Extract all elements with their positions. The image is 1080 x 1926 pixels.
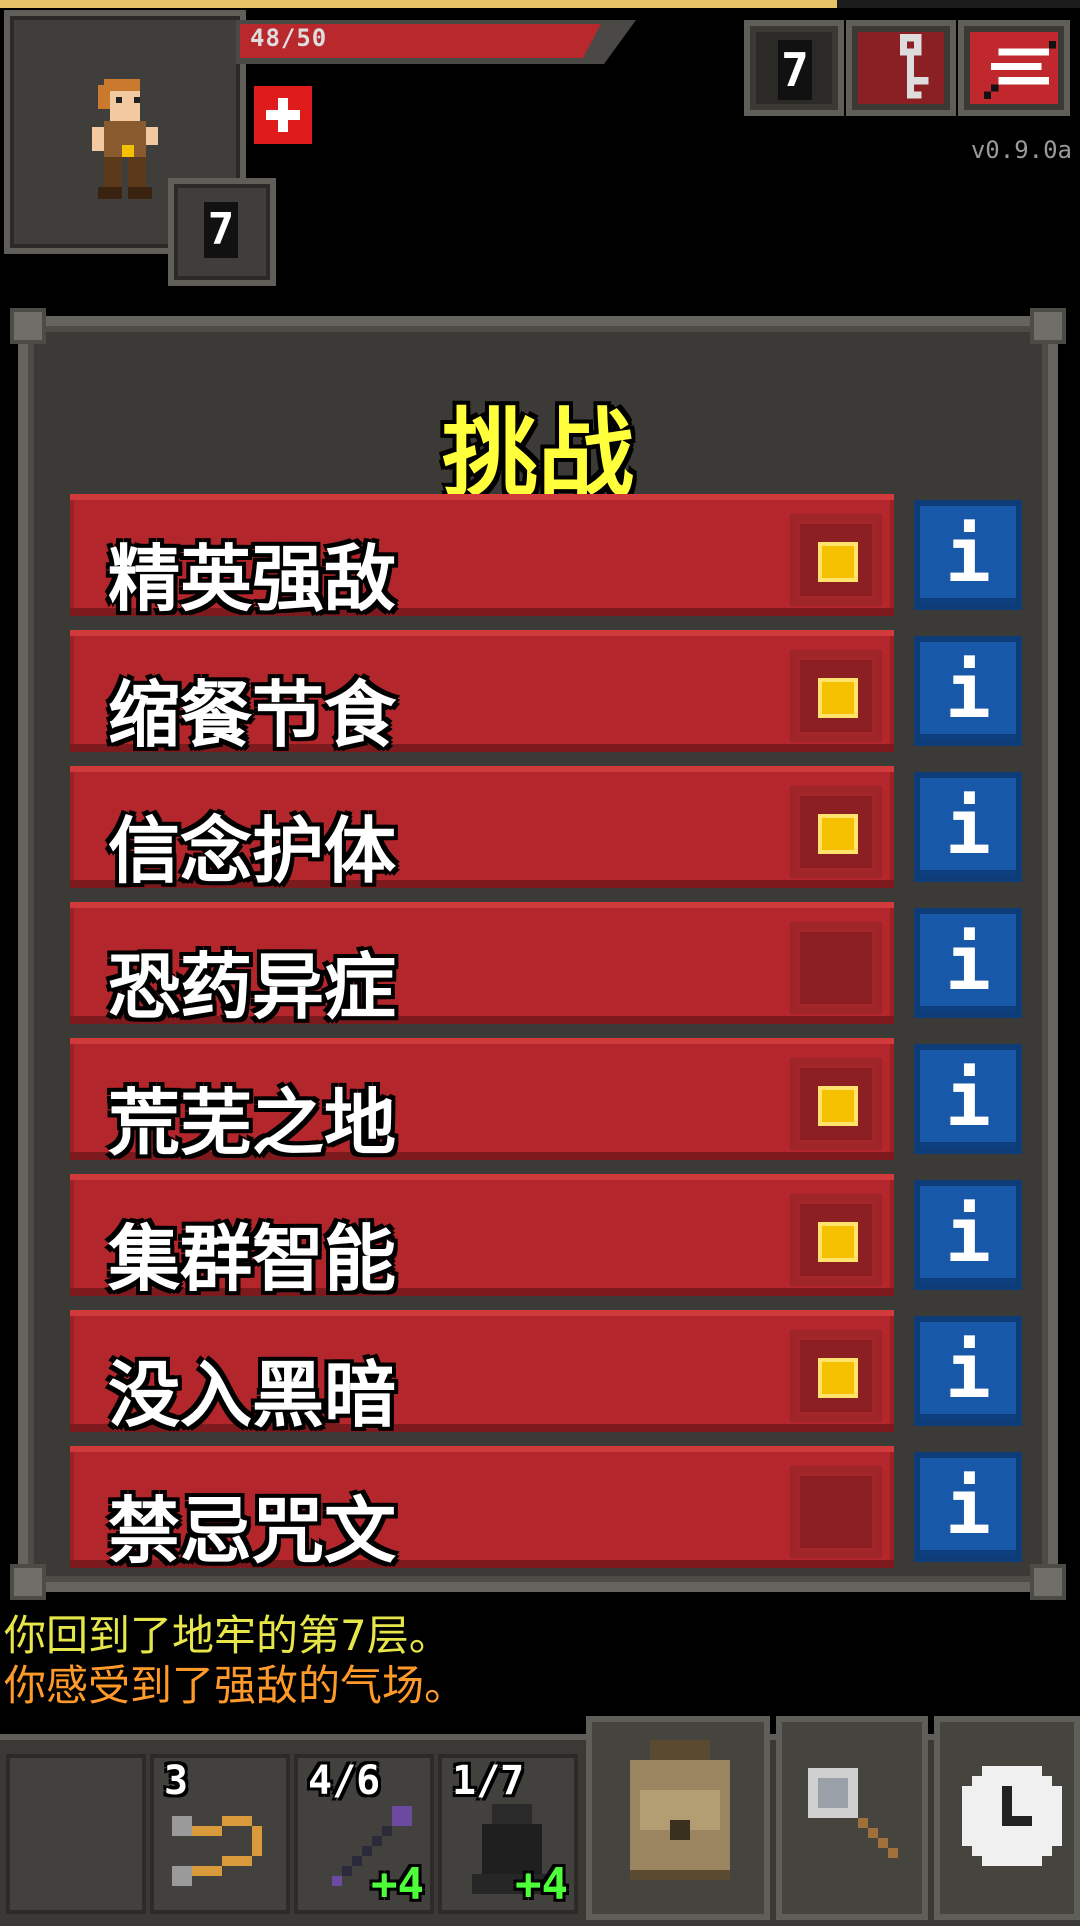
experience-fill (0, 0, 837, 8)
info-icon: i (945, 782, 991, 871)
challenge-row-pharmacophobia[interactable]: 恐药异症 (70, 902, 894, 1029)
dialog-corner (1030, 308, 1066, 344)
info-icon: i (945, 918, 991, 1007)
slot-count: 4/6 (308, 1758, 381, 1804)
challenge-info-button[interactable]: i (914, 908, 1022, 1018)
challenge-row-darkness[interactable]: 没入黑暗 (70, 1310, 894, 1437)
challenge-row-elite[interactable]: 精英强敌 (70, 494, 894, 621)
slot-level: +4 (371, 1859, 424, 1910)
challenge-label: 禁忌咒文 (108, 1489, 397, 1573)
info-icon: i (945, 646, 991, 735)
challenge-checkbox[interactable] (790, 650, 882, 742)
slot-level: +4 (515, 1859, 568, 1910)
check-mark (818, 678, 858, 718)
journal-depth-number: 7 (778, 40, 812, 100)
challenge-label: 精英强敌 (108, 537, 397, 621)
health-bar: 48/50 (236, 20, 636, 64)
search-icon (808, 1768, 898, 1858)
check-mark (818, 814, 858, 854)
journal-depth-button[interactable]: 7 (744, 20, 844, 116)
health-text: 48/50 (250, 24, 328, 52)
depth-number: 7 (204, 202, 238, 258)
challenge-checkbox[interactable] (790, 514, 882, 606)
challenge-info-button[interactable]: i (914, 1044, 1022, 1154)
challenge-info-button[interactable]: i (914, 1452, 1022, 1562)
challenge-checkbox[interactable] (790, 1194, 882, 1286)
challenge-row-diet[interactable]: 缩餐节食 (70, 630, 894, 757)
challenge-label: 恐药异症 (108, 945, 397, 1029)
whip-icon (172, 1816, 262, 1886)
quickslot-1[interactable]: 3 (150, 1754, 290, 1914)
challenge-info-button[interactable]: i (914, 1316, 1022, 1426)
challenge-info-button[interactable]: i (914, 636, 1022, 746)
info-icon: i (945, 1462, 991, 1551)
quickslot-2[interactable]: 4/6 +4 (294, 1754, 434, 1914)
challenge-checkbox[interactable] (790, 786, 882, 878)
challenge-checkbox[interactable] (790, 1330, 882, 1422)
check-mark (818, 542, 858, 582)
dialog-corner (1030, 1564, 1066, 1600)
challenge-checkbox[interactable] (790, 922, 882, 1014)
challenge-info-button[interactable]: i (914, 1180, 1022, 1290)
challenge-row-faith[interactable]: 信念护体 (70, 766, 894, 893)
challenge-row-swarm[interactable]: 集群智能 (70, 1174, 894, 1301)
empty-slot[interactable] (6, 1754, 146, 1914)
challenges-dialog: 挑战 精英强敌 i 缩餐节食 i 信念护体 i 恐药异症 i 荒芜之地 i 集群… (10, 308, 1066, 1600)
challenge-checkbox[interactable] (790, 1466, 882, 1558)
version-label: v0.9.0a (970, 136, 1072, 164)
info-icon: i (945, 1054, 991, 1143)
menu-icon (984, 41, 1056, 99)
info-icon: i (945, 510, 991, 599)
challenge-checkbox[interactable] (790, 1058, 882, 1150)
challenge-label: 荒芜之地 (108, 1081, 397, 1165)
challenge-label: 集群智能 (108, 1217, 397, 1301)
health-cross-icon[interactable] (254, 86, 312, 144)
menu-button[interactable] (958, 20, 1070, 116)
challenge-label: 没入黑暗 (108, 1353, 397, 1437)
challenge-label: 缩餐节食 (108, 673, 397, 757)
key-button[interactable] (846, 20, 956, 116)
key-icon (899, 34, 929, 99)
slot-count: 3 (164, 1758, 189, 1804)
check-mark (818, 1086, 858, 1126)
backpack-button[interactable] (586, 1716, 770, 1920)
challenge-row-barren[interactable]: 荒芜之地 (70, 1038, 894, 1165)
log-line: 你感受到了强敌的气场。 (4, 1661, 467, 1710)
dialog-corner (10, 1564, 46, 1600)
wait-button[interactable] (934, 1716, 1080, 1920)
dialog-corner (10, 308, 46, 344)
challenge-info-button[interactable]: i (914, 500, 1022, 610)
info-icon: i (945, 1326, 991, 1415)
hero-sprite-icon (92, 79, 158, 199)
quickslot-3[interactable]: 1/7 +4 (438, 1754, 578, 1914)
check-mark (818, 1358, 858, 1398)
depth-indicator: 7 (168, 178, 276, 286)
clock-icon (962, 1766, 1062, 1866)
challenge-info-button[interactable]: i (914, 772, 1022, 882)
check-mark (818, 1222, 858, 1262)
challenge-label: 信念护体 (108, 809, 397, 893)
challenge-row-forbidden-runes[interactable]: 禁忌咒文 (70, 1446, 894, 1573)
slot-count: 1/7 (452, 1758, 525, 1804)
backpack-icon (630, 1740, 730, 1880)
info-icon: i (945, 1190, 991, 1279)
search-button[interactable] (776, 1716, 928, 1920)
experience-bar (0, 0, 1080, 8)
